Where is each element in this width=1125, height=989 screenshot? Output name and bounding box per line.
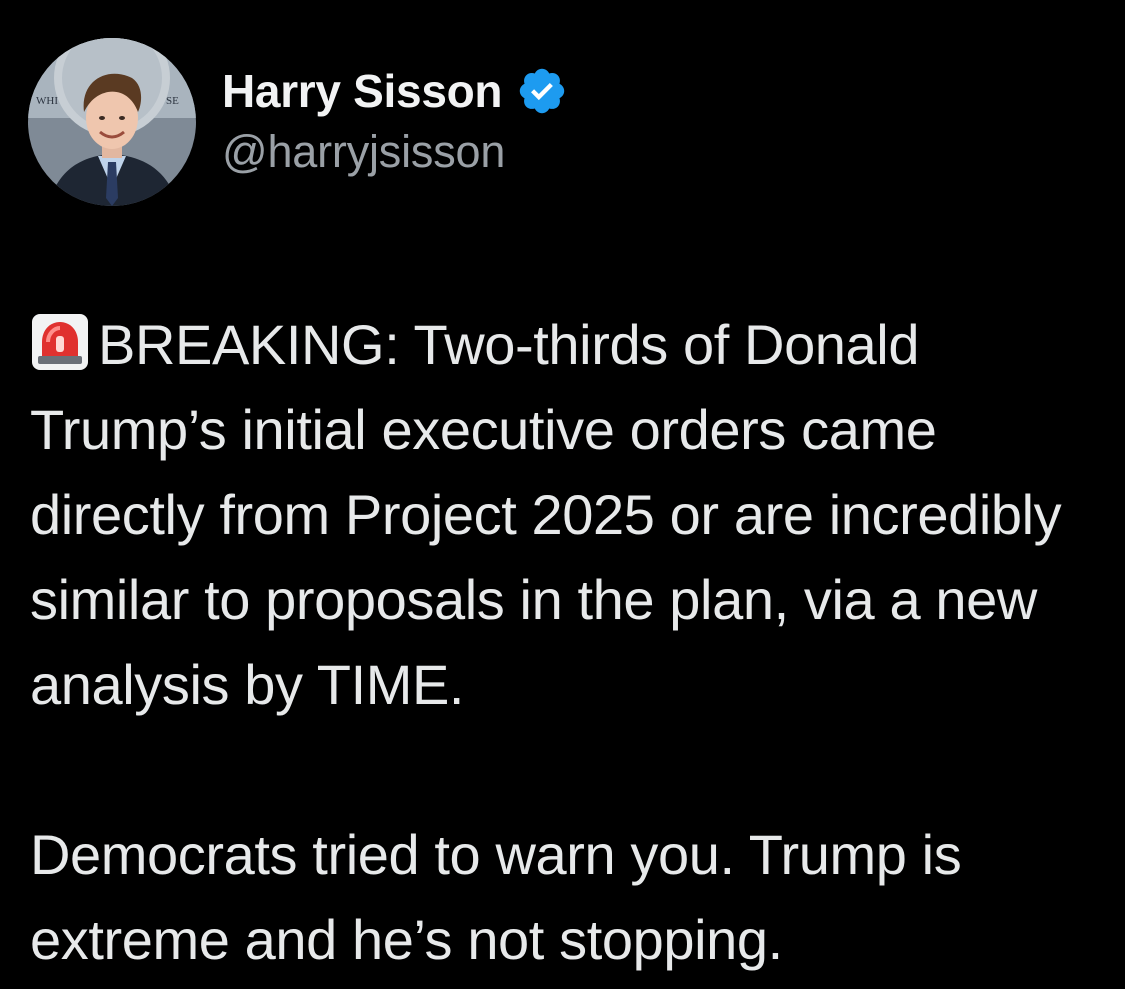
name-row: Harry Sisson (222, 62, 568, 120)
author-identity: Harry Sisson @harryjsisson (222, 62, 568, 178)
avatar-image: WHI SE (28, 38, 196, 206)
tweet-paragraph-2: Democrats tried to warn you. Trump is ex… (30, 823, 962, 971)
avatar-sign-left: WHI (36, 95, 58, 107)
tweet-header: WHI SE Harry Sisson @harryjsisson (28, 38, 568, 206)
author-display-name[interactable]: Harry Sisson (222, 64, 503, 118)
avatar[interactable]: WHI SE (28, 38, 196, 206)
tweet-card: WHI SE Harry Sisson @harryjsisson BREAKI… (0, 0, 1125, 989)
author-handle[interactable]: @harryjsisson (222, 126, 568, 178)
tweet-paragraph: BREAKING: Two-thirds of Donald Trump’s i… (30, 302, 1100, 727)
tweet-text: BREAKING: Two-thirds of Donald Trump’s i… (30, 302, 1100, 982)
avatar-sign-right: SE (166, 95, 179, 107)
verified-badge-icon (516, 65, 568, 117)
rotating-light-icon (30, 310, 90, 370)
tweet-paragraph-1: BREAKING: Two-thirds of Donald Trump’s i… (30, 313, 1062, 716)
tweet-paragraph: Democrats tried to warn you. Trump is ex… (30, 812, 1100, 982)
